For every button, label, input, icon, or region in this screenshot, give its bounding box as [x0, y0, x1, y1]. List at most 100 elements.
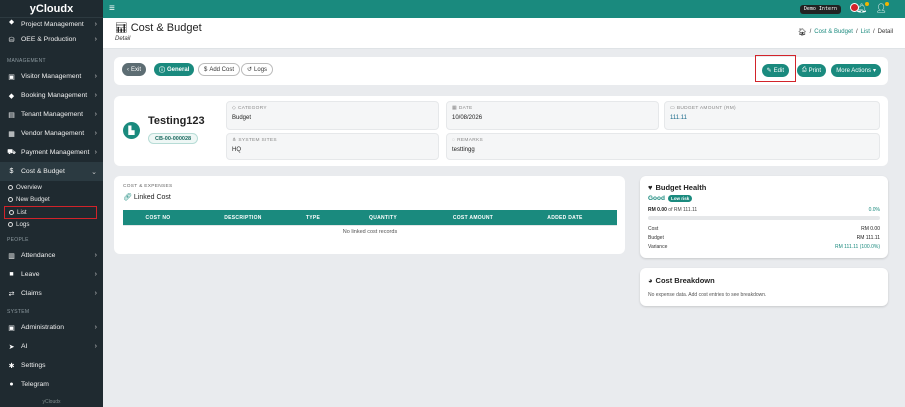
brand-logo[interactable]: yCloudx	[0, 0, 103, 18]
budget-amount-label: BUDGET AMOUNT (RM)	[676, 106, 736, 111]
breadcrumb-cost-budget[interactable]: Cost & Budget	[814, 29, 853, 35]
sidebar-item-oee-production[interactable]: ⛁ OEE & Production ›	[0, 30, 103, 49]
breakdown-empty-message: No expense data. Add cost entries to see…	[648, 292, 767, 298]
table-header: COST NO DESCRIPTION TYPE QUANTITY COST A…	[123, 210, 617, 225]
column-header[interactable]: ADDED DATE	[513, 215, 617, 221]
risk-badge: Low risk	[667, 195, 693, 202]
field-date: ▦ DATE 10/08/2026	[446, 101, 659, 130]
sidebar-item-label: Project Management	[21, 20, 84, 28]
page-title: 📊︎ Cost & Budget	[115, 22, 202, 34]
sidebar-item-project-management[interactable]: ⯁ Project Management ›	[0, 18, 103, 30]
tag-icon: ◇	[232, 106, 236, 111]
caret-down-icon: ▾	[872, 68, 876, 74]
category-label: CATEGORY	[238, 106, 267, 111]
sidebar-item-claims[interactable]: ⇄ Claims ›	[0, 284, 103, 303]
sidebar-item-tenant-management[interactable]: ▤ Tenant Management ›	[0, 105, 103, 124]
page-subtitle: Detail	[115, 36, 131, 42]
chevron-right-icon: ›	[94, 252, 97, 259]
topbar: ≡ Demo Intern 🔔︎ 👤︎	[103, 0, 905, 18]
sidebar-item-ai[interactable]: ➤ AI ›	[0, 337, 103, 356]
section-label-management: MANAGEMENT	[7, 58, 46, 64]
add-cost-button[interactable]: $ Add Cost	[198, 63, 241, 76]
comment-icon: ◌	[452, 138, 456, 143]
page-title-text: Cost & Budget	[130, 22, 202, 34]
chevron-right-icon: ›	[94, 343, 97, 350]
section-title: 🔗︎ Linked Cost	[123, 193, 171, 202]
stat-label: Variance	[648, 244, 668, 250]
exit-button[interactable]: ‹ Exit	[122, 63, 147, 76]
table-divider	[123, 225, 617, 226]
date-label: DATE	[458, 106, 473, 111]
chevron-right-icon: ›	[94, 130, 97, 137]
sidebar-subitem-label: New Budget	[16, 196, 50, 204]
user-name-chip[interactable]: Demo Intern	[799, 5, 841, 14]
sidebar-item-cost-budget[interactable]: $ Cost & Budget ⌄	[0, 162, 103, 181]
sidebar-footer: yCloudx	[42, 399, 61, 405]
chevron-right-icon: ›	[94, 73, 97, 80]
tab-general[interactable]: ⓘ General	[154, 63, 195, 76]
stat-row-cost: Cost RM 0.00	[648, 226, 880, 232]
chevron-right-icon: ›	[94, 92, 97, 99]
sidebar-item-settings[interactable]: ✱ Settings	[0, 356, 103, 375]
briefcase-icon: ■	[9, 271, 14, 278]
column-header[interactable]: TYPE	[293, 215, 333, 221]
page-header: 📊︎ Cost & Budget Detail 🏠︎ / Cost & Budg…	[103, 18, 905, 49]
chevron-right-icon: ›	[94, 324, 97, 331]
pie-chart-icon: ◕	[648, 276, 653, 285]
sidebar-subitem-list[interactable]: List	[4, 206, 97, 219]
column-header[interactable]: QUANTITY	[333, 215, 433, 221]
field-budget-amount: ▭ BUDGET AMOUNT (RM) 111.11	[664, 101, 880, 130]
sidebar-item-vendor-management[interactable]: ▦ Vendor Management ›	[0, 124, 103, 143]
building-icon: ▤	[8, 111, 15, 119]
sidebar-subitem-label: Logs	[16, 221, 30, 229]
column-header[interactable]: DESCRIPTION	[193, 215, 293, 221]
sidebar-item-visitor-management[interactable]: ▣ Visitor Management ›	[0, 67, 103, 86]
sidebar-subitem-label: List	[17, 208, 27, 216]
cost-breakdown-card: ◕ Cost Breakdown No expense data. Add co…	[640, 268, 888, 306]
home-icon[interactable]: 🏠︎	[798, 28, 807, 36]
sidebar-item-attendance[interactable]: ▥ Attendance ›	[0, 246, 103, 265]
sidebar-item-administration[interactable]: ▣ Administration ›	[0, 318, 103, 337]
sidebar-subitem-new-budget[interactable]: New Budget	[0, 194, 103, 207]
remarks-value: testtingg	[452, 147, 475, 153]
logs-button[interactable]: ↺ Logs	[241, 63, 274, 76]
cost-breakdown-title: ◕ Cost Breakdown	[648, 276, 715, 285]
sidebar-subitem-overview[interactable]: Overview	[0, 181, 103, 194]
dollar-icon: $	[9, 168, 14, 175]
sidebar-subitem-logs[interactable]: Logs	[0, 219, 103, 232]
record-detail-card: ▙ Testing123 CB-00-000028 ◇ CATEGORY Bud…	[114, 96, 888, 166]
printer-icon: ⎙	[801, 67, 807, 73]
circle-icon	[8, 197, 13, 203]
usage-text: RM 0.00 of RM 111.11	[648, 207, 697, 213]
sidebar: yCloudx ⯁ Project Management › ⛁ OEE & P…	[0, 0, 103, 407]
tag-icon: ◆	[8, 92, 15, 100]
chevron-right-icon: ›	[94, 149, 97, 156]
sidebar-item-label: Payment Management	[21, 149, 90, 156]
column-header[interactable]: COST NO	[123, 215, 193, 221]
chart-line-icon: ⛁	[8, 36, 15, 44]
field-label: ▭ BUDGET AMOUNT (RM)	[670, 106, 874, 111]
stat-value: RM 111.11 (100.0%)	[834, 244, 880, 250]
menu-icon[interactable]: ≡	[109, 4, 115, 14]
info-icon: ⓘ	[159, 68, 166, 74]
column-header[interactable]: COST AMOUNT	[433, 215, 513, 221]
sidebar-item-telegram[interactable]: ● Telegram	[0, 375, 103, 394]
field-label: ◇ CATEGORY	[232, 106, 433, 111]
sidebar-item-label: Visitor Management	[21, 73, 82, 80]
more-actions-button[interactable]: More Actions ▾	[831, 64, 881, 77]
sidebar-item-booking-management[interactable]: ◆ Booking Management ›	[0, 86, 103, 105]
stat-label: Budget	[648, 235, 664, 241]
id-card-icon: ▣	[8, 73, 15, 81]
budget-progress-bar	[648, 216, 880, 220]
circle-icon	[9, 209, 14, 215]
stat-value: RM 111.11	[856, 235, 880, 241]
print-button[interactable]: ⎙ Print	[796, 64, 826, 77]
exit-label: Exit	[131, 66, 142, 73]
sidebar-item-leave[interactable]: ■ Leave ›	[0, 265, 103, 284]
breadcrumb-list[interactable]: List	[861, 29, 870, 35]
send-icon: ➤	[8, 343, 15, 351]
budget-health-title-text: Budget Health	[655, 183, 707, 192]
section-label: COST & EXPENSES	[123, 184, 173, 189]
sidebar-item-payment-management[interactable]: ⛟ Payment Management ›	[0, 143, 103, 162]
chevron-right-icon: ›	[94, 271, 97, 278]
